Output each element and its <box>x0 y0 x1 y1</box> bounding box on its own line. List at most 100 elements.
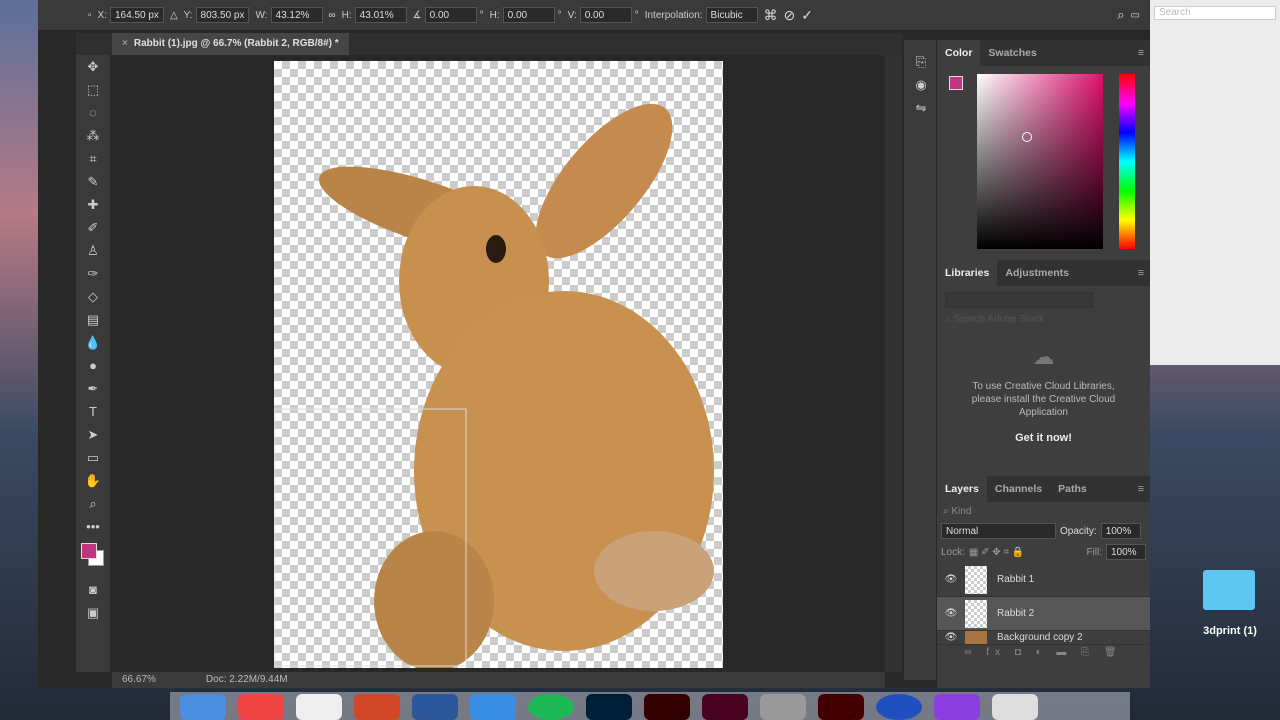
indesign-icon[interactable] <box>702 694 748 720</box>
powerpoint-icon[interactable] <box>354 694 400 720</box>
visibility-eye-icon[interactable]: 👁 <box>937 632 965 643</box>
y-field[interactable]: 803.50 px <box>195 7 250 23</box>
hskew-field[interactable]: 0.00 <box>502 7 555 23</box>
tab-paths[interactable]: Paths <box>1050 483 1095 495</box>
photoshop-icon[interactable] <box>586 694 632 720</box>
foreground-color-swatch[interactable] <box>81 543 97 559</box>
magic-wand-icon[interactable]: ⁂ <box>76 124 110 147</box>
opacity-field[interactable]: 100% <box>1100 523 1141 539</box>
folder-label[interactable]: 3dprint (1) <box>1190 625 1270 637</box>
warp-icon[interactable]: ⌘ <box>764 7 778 24</box>
visibility-eye-icon[interactable]: 👁 <box>937 608 965 619</box>
tab-layers[interactable]: Layers <box>937 476 987 502</box>
libraries-panel-icon[interactable]: ⇋ <box>904 96 938 119</box>
eyedropper-icon[interactable]: ✎ <box>76 170 110 193</box>
imovie-star-icon[interactable] <box>934 694 980 720</box>
layers-footer-icons[interactable]: ∞ fx ◘ ◐ ▬ ⎘ 🗑 <box>937 645 1150 658</box>
zoom-tool-icon[interactable]: ⌕ <box>76 492 110 515</box>
properties-panel-icon[interactable]: ◉ <box>904 73 938 96</box>
color-picker-cursor[interactable] <box>1022 132 1032 142</box>
crop-tool-icon[interactable]: ⌗ <box>76 147 110 170</box>
search-icon[interactable]: ⌕ <box>1117 7 1124 23</box>
panel-menu-icon[interactable]: ≡ <box>1138 47 1144 59</box>
workspace-icon[interactable]: ▭ <box>1131 10 1140 21</box>
width-field[interactable]: 43.12% <box>270 7 323 23</box>
x-field[interactable]: 164.50 px <box>110 7 164 23</box>
visibility-eye-icon[interactable]: 👁 <box>937 574 965 585</box>
brush-tool-icon[interactable]: ✐ <box>76 216 110 239</box>
lock-icons[interactable]: ▦ ✐ ✥ ⌗ 🔒 <box>969 547 1024 558</box>
library-select[interactable] <box>945 292 1093 308</box>
tab-swatches[interactable]: Swatches <box>980 47 1044 59</box>
type-tool-icon[interactable]: T <box>76 400 110 423</box>
layer-filter[interactable]: ⌕ Kind <box>937 502 1150 521</box>
doc-size[interactable]: Doc: 2.22M/9.44M <box>206 674 288 685</box>
stock-search-input[interactable]: ⌕ Search Adobe Stock <box>945 314 1141 328</box>
angle-icon: ∡ <box>412 9 422 21</box>
screen-mode-icon[interactable]: ▣ <box>76 601 110 624</box>
fill-field[interactable]: 100% <box>1106 544 1146 560</box>
panel-menu-icon[interactable]: ≡ <box>1138 483 1144 495</box>
app-icon[interactable] <box>876 694 922 720</box>
chrome-icon[interactable] <box>238 694 284 720</box>
history-panel-icon[interactable]: ⎘ <box>904 50 938 73</box>
spotify-icon[interactable] <box>528 694 574 720</box>
move-tool-icon[interactable]: ✥ <box>76 55 110 78</box>
layer-thumbnail <box>965 599 987 628</box>
hue-slider[interactable] <box>1119 74 1135 249</box>
more-tools-icon[interactable]: ••• <box>76 515 110 538</box>
color-swatches[interactable] <box>76 538 110 578</box>
document-tab[interactable]: × Rabbit (1).jpg @ 66.7% (Rabbit 2, RGB/8… <box>112 33 349 55</box>
hand-tool-icon[interactable]: ✋ <box>76 469 110 492</box>
tab-libraries[interactable]: Libraries <box>937 260 998 286</box>
document-canvas[interactable] <box>274 61 723 671</box>
history-brush-icon[interactable]: ✑ <box>76 262 110 285</box>
tab-adjustments[interactable]: Adjustments <box>997 267 1077 279</box>
word-icon[interactable] <box>412 694 458 720</box>
tab-channels[interactable]: Channels <box>987 483 1050 495</box>
fg-color-chip[interactable] <box>949 76 963 90</box>
blur-tool-icon[interactable]: 💧 <box>76 331 110 354</box>
height-field[interactable]: 43.01% <box>354 7 407 23</box>
calendar-icon[interactable] <box>296 694 342 720</box>
close-tab-icon[interactable]: × <box>122 38 128 49</box>
pen-tool-icon[interactable]: ✒ <box>76 377 110 400</box>
angle-field[interactable]: 0.00 <box>424 7 477 23</box>
healing-brush-icon[interactable]: ✚ <box>76 193 110 216</box>
preview-icon[interactable] <box>470 694 516 720</box>
system-preferences-icon[interactable] <box>760 694 806 720</box>
eraser-icon[interactable]: ◇ <box>76 285 110 308</box>
cancel-transform-icon[interactable]: ⊘ <box>784 7 796 24</box>
marquee-tool-icon[interactable]: ⬚ <box>76 78 110 101</box>
panel-menu-icon[interactable]: ≡ <box>1138 267 1144 279</box>
rectangle-tool-icon[interactable]: ▭ <box>76 446 110 469</box>
layer-row[interactable]: 👁 Background copy 2 <box>937 631 1150 645</box>
vertical-scrollbar[interactable] <box>885 55 902 672</box>
browser-search[interactable]: Search <box>1154 6 1276 20</box>
finder-icon[interactable] <box>180 694 226 720</box>
document-title: Rabbit (1).jpg @ 66.7% (Rabbit 2, RGB/8#… <box>133 38 339 49</box>
color-picker-field[interactable] <box>977 74 1103 249</box>
blend-mode-select[interactable]: Normal <box>941 523 1056 539</box>
dodge-tool-icon[interactable]: ● <box>76 354 110 377</box>
tab-color[interactable]: Color <box>937 40 981 66</box>
clone-stamp-icon[interactable]: ♙ <box>76 239 110 262</box>
lasso-tool-icon[interactable]: ◌ <box>76 101 110 124</box>
layer-row[interactable]: 👁 Rabbit 1 <box>937 563 1150 597</box>
get-it-now-link[interactable]: Get it now! <box>937 432 1150 444</box>
folder-icon[interactable] <box>1203 570 1255 610</box>
illustrator-icon[interactable] <box>644 694 690 720</box>
path-selection-icon[interactable]: ➤ <box>76 423 110 446</box>
quick-mask-icon[interactable]: ◙ <box>76 578 110 601</box>
zoom-level[interactable]: 66.67% <box>122 674 156 685</box>
commit-transform-icon[interactable]: ✓ <box>801 7 813 24</box>
relative-position-icon[interactable]: △ <box>170 10 178 21</box>
acrobat-icon[interactable] <box>818 694 864 720</box>
layer-row-selected[interactable]: 👁 Rabbit 2 <box>937 597 1150 631</box>
link-icon[interactable]: ∞ <box>329 10 336 21</box>
reference-point-icon[interactable]: ▫ <box>88 10 92 21</box>
interpolation-select[interactable]: Bicubic <box>705 7 758 23</box>
vskew-field[interactable]: 0.00 <box>579 7 632 23</box>
gradient-tool-icon[interactable]: ▤ <box>76 308 110 331</box>
trash-icon[interactable] <box>992 694 1038 720</box>
